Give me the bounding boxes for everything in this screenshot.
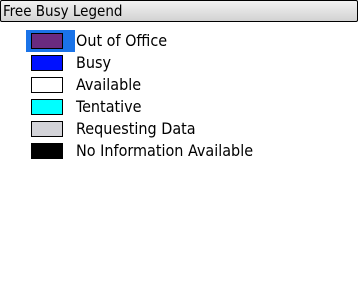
free-busy-legend-screen: Free Busy Legend Out of Office Busy Avai…	[0, 0, 360, 308]
legend-list: Out of Office Busy Available Tentative R…	[0, 30, 360, 165]
busy-color-swatch	[31, 55, 63, 71]
legend-item-tentative[interactable]: Tentative	[0, 97, 360, 121]
legend-item-no-information-available[interactable]: No Information Available	[0, 141, 360, 165]
legend-item-label: Available	[76, 75, 142, 94]
legend-item-label: Tentative	[76, 97, 142, 116]
no-information-available-color-swatch	[31, 143, 63, 159]
requesting-data-color-swatch	[31, 121, 63, 137]
legend-item-label: Out of Office	[76, 31, 168, 50]
page-title: Free Busy Legend	[3, 2, 123, 20]
tentative-color-swatch	[31, 99, 63, 115]
available-color-swatch	[31, 77, 63, 93]
legend-item-label: Requesting Data	[76, 119, 196, 138]
out-of-office-color-swatch	[31, 33, 63, 49]
legend-item-label: No Information Available	[76, 141, 254, 160]
legend-item-available[interactable]: Available	[0, 75, 360, 99]
legend-item-out-of-office[interactable]: Out of Office	[0, 30, 360, 55]
legend-item-label: Busy	[76, 53, 112, 72]
legend-item-busy[interactable]: Busy	[0, 53, 360, 77]
legend-item-requesting-data[interactable]: Requesting Data	[0, 119, 360, 143]
legend-header-bar: Free Busy Legend	[0, 0, 358, 22]
